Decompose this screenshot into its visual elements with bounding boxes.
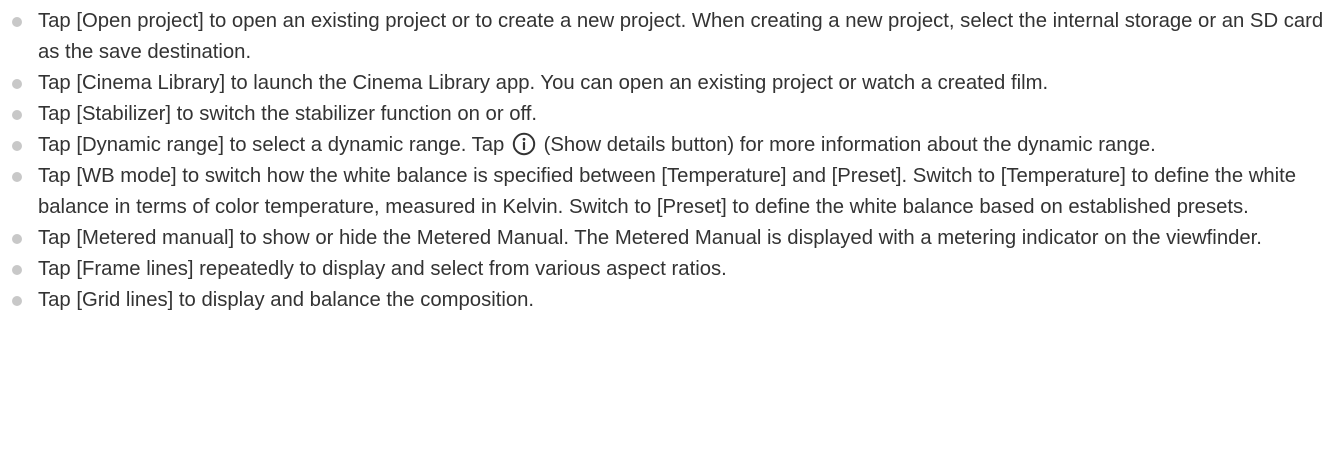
list-item-text: Tap [Frame lines] repeatedly to display … [38,258,727,280]
bullet-icon [12,17,22,27]
list-item-metered-manual: Tap [Metered manual] to show or hide the… [0,223,1336,254]
bullet-icon [12,296,22,306]
instruction-list: Tap [Open project] to open an existing p… [0,6,1336,316]
list-item-wb-mode: Tap [WB mode] to switch how the white ba… [0,161,1336,223]
bullet-icon [12,265,22,275]
list-item-dynamic-range: Tap [Dynamic range] to select a dynamic … [0,130,1336,161]
list-item-text: Tap [Grid lines] to display and balance … [38,289,535,311]
info-circle-icon [512,132,536,156]
bullet-icon [12,141,22,151]
list-item-text: Tap [Cinema Library] to launch the Cinem… [38,72,1049,94]
list-item-text: Tap [Open project] to open an existing p… [38,10,1324,63]
list-item-frame-lines: Tap [Frame lines] repeatedly to display … [0,254,1336,285]
list-item-grid-lines: Tap [Grid lines] to display and balance … [0,285,1336,316]
instruction-page: Tap [Open project] to open an existing p… [0,0,1336,466]
list-item-open-project: Tap [Open project] to open an existing p… [0,6,1336,68]
bullet-icon [12,234,22,244]
list-item-text: Tap [WB mode] to switch how the white ba… [38,165,1297,218]
bullet-icon [12,79,22,89]
list-item-text-before: Tap [Dynamic range] to select a dynamic … [38,134,505,156]
list-item-text-after: (Show details button) for more informati… [543,134,1156,156]
bullet-icon [12,172,22,182]
list-item-text: Tap [Metered manual] to show or hide the… [38,227,1262,249]
bullet-icon [12,110,22,120]
list-item-cinema-library: Tap [Cinema Library] to launch the Cinem… [0,68,1336,99]
list-item-stabilizer: Tap [Stabilizer] to switch the stabilize… [0,99,1336,130]
list-item-text: Tap [Stabilizer] to switch the stabilize… [38,103,538,125]
